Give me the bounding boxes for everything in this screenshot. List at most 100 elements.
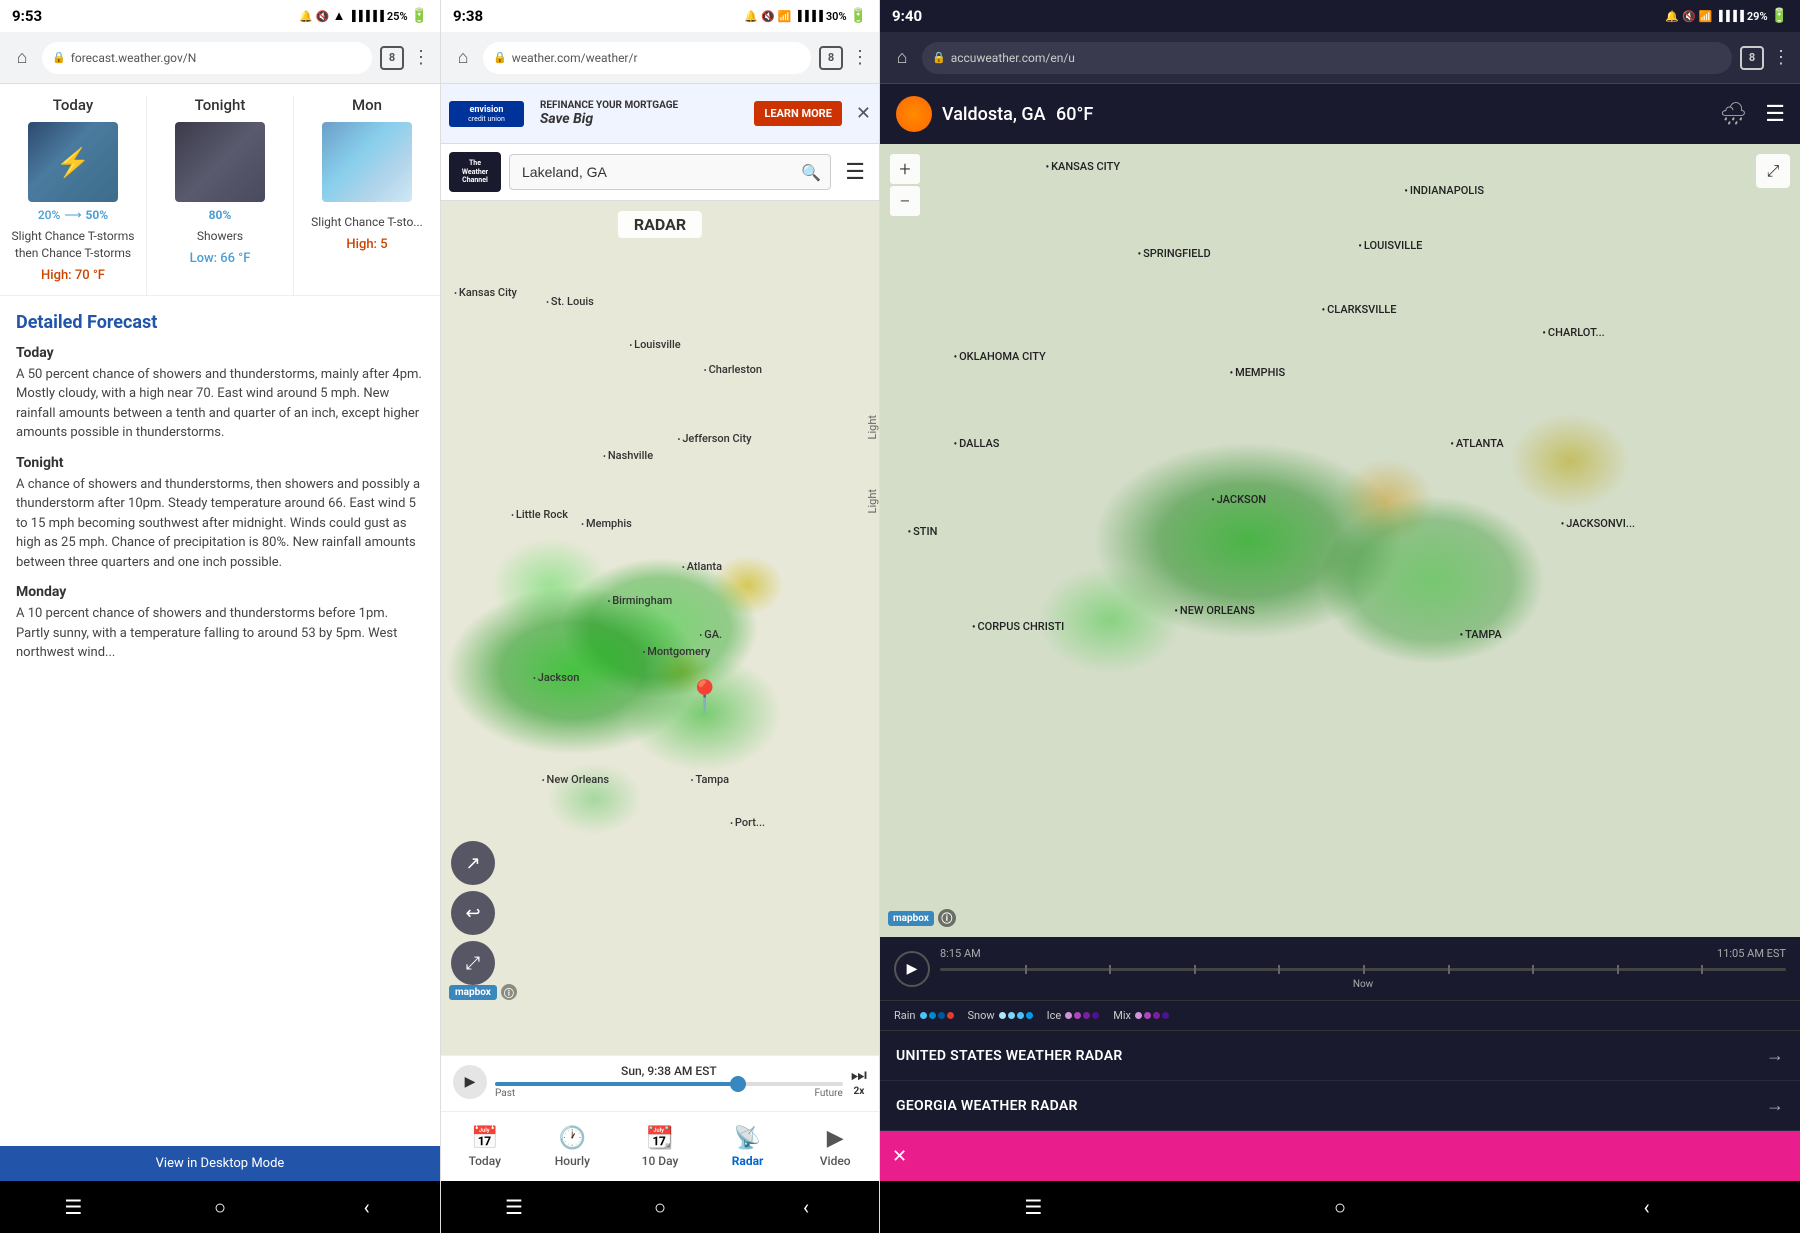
panel3-home-icon[interactable]: ⌂	[890, 47, 914, 68]
alarm-icon: 🔔	[299, 10, 313, 23]
panel3-nav-menu[interactable]: ☰	[1011, 1195, 1055, 1219]
precip-arrow-today: ⟶	[64, 208, 81, 222]
panel1-nav-menu[interactable]: ☰	[51, 1195, 95, 1219]
panel2-nav-menu[interactable]: ☰	[492, 1195, 536, 1219]
map-location-btn[interactable]: ↗	[451, 841, 495, 885]
ice-dot-4	[1092, 1012, 1099, 1019]
precip-end-today: 50%	[86, 208, 109, 222]
panel1-tab-count[interactable]: 8	[380, 46, 404, 70]
tick-3	[1194, 965, 1196, 974]
panel2-nav-back[interactable]: ‹	[784, 1195, 828, 1219]
accu-city-springfield: SPRINGFIELD	[1138, 247, 1211, 260]
panel1-more-menu[interactable]: ⋮	[412, 47, 430, 68]
twc-menu-icon[interactable]: ☰	[839, 156, 871, 189]
mix-dot-1	[1135, 1012, 1142, 1019]
twc-search-input[interactable]	[509, 154, 831, 190]
twc-search-icon[interactable]: 🔍	[801, 163, 821, 182]
legend-mix-dots	[1135, 1012, 1169, 1019]
panel2-tab-count[interactable]: 8	[819, 46, 843, 70]
radar-overlay	[441, 201, 879, 1055]
battery-pct: 25%	[387, 10, 408, 23]
twc-nav-video[interactable]: ▶ Video	[791, 1112, 879, 1181]
accu-city-tampa: TAMPA	[1460, 628, 1502, 641]
twc-nav-10day-label: 10 Day	[642, 1154, 679, 1168]
ad-cta-button[interactable]: LEARN MORE	[754, 101, 842, 126]
twc-nav-radar[interactable]: 📡 Radar	[704, 1112, 792, 1181]
panel3-battery-pct: 29%	[1747, 10, 1768, 23]
map-expand-btn[interactable]: ⤢	[451, 941, 495, 985]
panel2-url-bar[interactable]: 🔒 weather.com/weather/r	[483, 42, 811, 74]
panel3-nav-home[interactable]: ○	[1318, 1195, 1362, 1220]
map-city-memphis: Memphis	[581, 517, 632, 530]
twc-nav-hourly[interactable]: 🕐 Hourly	[529, 1112, 617, 1181]
map-city-kansascity: Kansas City	[454, 286, 517, 299]
panel1-url-bar[interactable]: 🔒 forecast.weather.gov/N	[42, 42, 372, 74]
map-city-birmingham: Birmingham	[607, 594, 672, 607]
accu-link-us-radar[interactable]: UNITED STATES WEATHER RADAR →	[880, 1031, 1800, 1081]
panel1-nav-back[interactable]: ‹	[345, 1195, 389, 1219]
accuweather-header: Valdosta, GA 60°F 🌧 ☰	[880, 84, 1800, 144]
light-labels-right: Light Light	[866, 415, 879, 514]
accu-mapbox-info[interactable]: ⓘ	[938, 909, 956, 927]
forecast-img-mon	[322, 122, 412, 202]
precip-start-today: 20%	[38, 208, 60, 222]
signal-icon: ▐▐▐▐▐	[348, 11, 383, 22]
ad-close-icon[interactable]: ✕	[850, 103, 871, 124]
map-share-btn[interactable]: ↩	[451, 891, 495, 935]
panel3-url-bar[interactable]: 🔒 accuweather.com/en/u	[922, 42, 1732, 74]
twc-nav-today[interactable]: 📅 Today	[441, 1112, 529, 1181]
accu-expand-map-btn[interactable]: ⤢	[1756, 154, 1790, 188]
accu-city-jackson: JACKSON	[1211, 493, 1266, 506]
mapbox-info-icon[interactable]: ⓘ	[501, 984, 517, 1000]
twc-nav-10day[interactable]: 📆 10 Day	[616, 1112, 704, 1181]
accu-play-button[interactable]: ▶	[894, 951, 930, 987]
ice-dot-1	[1065, 1012, 1072, 1019]
snow-dot-1	[999, 1012, 1006, 1019]
battery-icon: 🔋	[411, 8, 428, 24]
panel3-url: accuweather.com/en/u	[951, 51, 1075, 65]
tick-8	[1617, 965, 1619, 974]
accu-mapbox-logo: mapbox	[888, 911, 934, 926]
timeline-thumb[interactable]	[730, 1076, 746, 1092]
twc-nav-radar-label: Radar	[732, 1154, 764, 1168]
fast-forward-btn[interactable]: ⏭ 2x	[851, 1067, 867, 1097]
view-desktop-banner[interactable]: View in Desktop Mode	[0, 1146, 440, 1181]
panel2-status-bar: 9:38 🔔 🔇 📶 ▐▐▐▐ 30% 🔋	[441, 0, 879, 32]
timeline-play-btn[interactable]: ▶	[453, 1065, 487, 1099]
accu-zoom-out-btn[interactable]: −	[890, 186, 920, 216]
map-city-stlouis: St. Louis	[546, 295, 594, 308]
snow-dot-3	[1017, 1012, 1024, 1019]
accu-weather-condition-icon: 🌧	[1719, 102, 1747, 127]
panel3-nav-back[interactable]: ‹	[1625, 1195, 1669, 1219]
accu-header-menu[interactable]: ☰	[1765, 102, 1784, 127]
accu-ad-close-icon[interactable]: ✕	[892, 1146, 907, 1167]
map-city-montgomery: Montgomery	[642, 645, 710, 658]
panel1-scroll-content: Today ⚡ 20% ⟶ 50% Slight Chance T-storms…	[0, 84, 440, 1146]
accu-timeline-track[interactable]	[940, 968, 1786, 971]
panel2-more-menu[interactable]: ⋮	[851, 47, 869, 68]
legend-ice-label: Ice	[1047, 1009, 1062, 1022]
panel2-nav-home[interactable]: ○	[638, 1195, 682, 1220]
accu-link-ga-radar[interactable]: GEORGIA WEATHER RADAR →	[880, 1081, 1800, 1131]
twc-radar-map[interactable]: RADAR Kansas City St. Louis Louisville C…	[441, 201, 879, 1055]
snow-dot-2	[1008, 1012, 1015, 1019]
panel3-tab-count[interactable]: 8	[1740, 46, 1764, 70]
accu-temp: 60°F	[1056, 104, 1093, 125]
accuweather-radar-map[interactable]: INDIANAPOLIS LOUISVILLE SPRINGFIELD CLAR…	[880, 144, 1800, 937]
panel2-home-icon[interactable]: ⌂	[451, 47, 475, 68]
twc-nav-video-icon: ▶	[827, 1126, 844, 1151]
panel1-nav-home[interactable]: ○	[198, 1195, 242, 1220]
accu-zoom-in-btn[interactable]: +	[890, 154, 920, 184]
timeline-progress	[495, 1082, 738, 1086]
twc-nav-10day-icon: 📆	[646, 1126, 673, 1151]
timeline-track[interactable]	[495, 1082, 843, 1086]
detail-text-today: A 50 percent chance of showers and thund…	[16, 365, 424, 443]
accu-city-louisville: LOUISVILLE	[1358, 239, 1422, 252]
accu-link-us-arrow: →	[1766, 1045, 1784, 1066]
panel3-browser-chrome: ⌂ 🔒 accuweather.com/en/u 8 ⋮	[880, 32, 1800, 84]
accu-city-kansascity: KANSAS CITY	[1046, 160, 1121, 173]
panel1-home-icon[interactable]: ⌂	[10, 47, 34, 68]
forecast-day-mon-name: Mon	[298, 96, 436, 114]
twc-nav-video-label: Video	[820, 1154, 851, 1168]
panel3-more-menu[interactable]: ⋮	[1772, 47, 1790, 68]
